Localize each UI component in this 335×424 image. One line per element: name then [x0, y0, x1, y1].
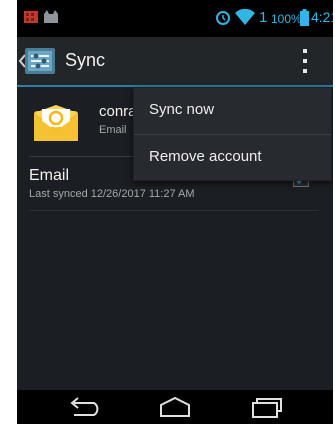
menu-item-sync-now[interactable]: Sync now: [134, 88, 331, 134]
home-icon[interactable]: [155, 395, 195, 419]
navigation-bar: [17, 390, 333, 424]
account-type: Email: [99, 124, 127, 136]
battery-icon: [300, 9, 309, 26]
sync-settings-app-icon: [25, 48, 55, 74]
status-bar: 1 100% 4:21: [17, 0, 333, 37]
wifi-icon: [235, 9, 255, 25]
page-title: Sync: [65, 50, 106, 70]
sync-item-last-synced: Last synced 12/26/2017 11:27 AM: [29, 188, 195, 200]
recent-apps-icon[interactable]: [245, 395, 285, 419]
clock: 4:21: [311, 9, 333, 25]
notification-red-icon: [24, 11, 38, 23]
sync-item-title: Email: [29, 167, 70, 184]
menu-item-label: Sync now: [149, 101, 215, 118]
action-bar: Sync: [17, 37, 333, 87]
up-navigation[interactable]: Sync: [17, 37, 106, 85]
back-icon[interactable]: [64, 395, 104, 419]
device-screen: 1 100% 4:21 Sync: [17, 0, 333, 424]
account-name: conra: [99, 103, 137, 120]
overflow-popup-menu: Sync now Remove account: [133, 87, 332, 181]
cat-icon: [44, 10, 58, 23]
overflow-menu-icon[interactable]: [299, 49, 311, 73]
email-envelope-icon: [34, 105, 78, 141]
menu-item-label: Remove account: [149, 148, 262, 165]
signal-count: 1: [259, 9, 268, 26]
menu-item-remove-account[interactable]: Remove account: [134, 135, 331, 181]
divider: [29, 210, 319, 211]
alarm-icon: [216, 11, 230, 25]
battery-percent: 100%: [271, 12, 302, 26]
